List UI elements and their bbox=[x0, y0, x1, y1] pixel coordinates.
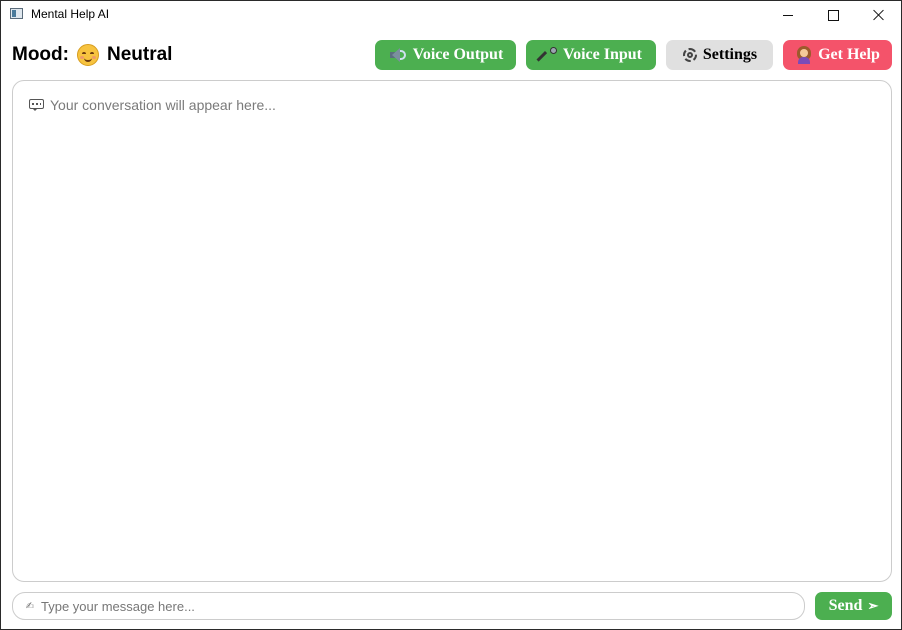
send-button[interactable]: Send ➣ bbox=[815, 592, 892, 620]
smiling-face-icon bbox=[76, 44, 99, 66]
voice-input-button[interactable]: Voice Input bbox=[526, 40, 656, 70]
settings-label: Settings bbox=[702, 46, 758, 63]
microphone-icon bbox=[536, 46, 558, 64]
speech-bubble-icon bbox=[29, 99, 44, 111]
send-arrow-icon: ➣ bbox=[867, 598, 879, 613]
voice-output-button[interactable]: Voice Output bbox=[375, 40, 516, 70]
person-raising-hand-icon bbox=[795, 46, 813, 64]
mood-label: Mood: bbox=[12, 44, 69, 65]
minimize-icon bbox=[783, 14, 793, 16]
settings-button[interactable]: Settings bbox=[666, 40, 773, 70]
writing-hand-icon: ✍ bbox=[25, 600, 35, 612]
get-help-button[interactable]: Get Help bbox=[783, 40, 892, 70]
close-button[interactable] bbox=[856, 1, 901, 29]
mood-indicator: Mood: Neutral bbox=[12, 44, 172, 66]
maximize-icon bbox=[827, 9, 839, 21]
minimize-button[interactable] bbox=[765, 1, 811, 29]
title-bar[interactable]: Mental Help AI bbox=[1, 1, 901, 29]
app-window: Mental Help AI Mood: Neutral Voice Outpu… bbox=[0, 0, 902, 630]
mood-value: Neutral bbox=[106, 44, 173, 65]
app-icon bbox=[10, 8, 23, 19]
message-input[interactable] bbox=[41, 598, 804, 614]
conversation-area[interactable]: Your conversation will appear here... bbox=[12, 80, 892, 582]
speaker-icon bbox=[388, 47, 408, 63]
maximize-button[interactable] bbox=[810, 1, 856, 29]
message-input-container[interactable]: ✍ bbox=[12, 592, 805, 620]
window-title: Mental Help AI bbox=[31, 7, 110, 21]
conversation-placeholder: Your conversation will appear here... bbox=[29, 97, 276, 113]
close-icon bbox=[873, 9, 885, 21]
voice-input-label: Voice Input bbox=[563, 46, 642, 63]
gear-icon bbox=[682, 47, 698, 63]
send-label: Send bbox=[828, 597, 863, 614]
voice-output-label: Voice Output bbox=[412, 46, 504, 63]
get-help-label: Get Help bbox=[818, 46, 880, 63]
conversation-placeholder-text: Your conversation will appear here... bbox=[50, 97, 276, 113]
